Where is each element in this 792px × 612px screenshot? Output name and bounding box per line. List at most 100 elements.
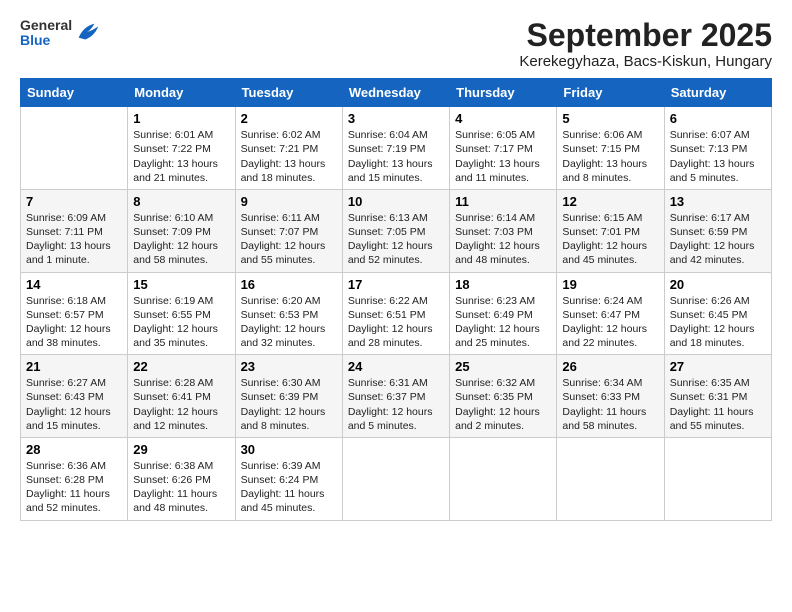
calendar-cell: [21, 107, 128, 190]
day-number: 17: [348, 277, 444, 292]
day-of-week-saturday: Saturday: [664, 79, 771, 107]
day-info: Sunrise: 6:36 AM Sunset: 6:28 PM Dayligh…: [26, 459, 122, 516]
page-header: General Blue September 2025 Kerekegyhaza…: [20, 18, 772, 70]
logo-blue: Blue: [20, 33, 72, 48]
calendar-cell: 23 Sunrise: 6:30 AM Sunset: 6:39 PM Dayli…: [235, 355, 342, 438]
logo-bird-icon: [74, 19, 102, 47]
day-number: 5: [562, 111, 658, 126]
day-info: Sunrise: 6:32 AM Sunset: 6:35 PM Dayligh…: [455, 376, 551, 433]
calendar-cell: 22Sunrise: 6:28 AM Sunset: 6:41 PM Dayli…: [128, 355, 235, 438]
calendar-cell: 11 Sunrise: 6:14 AM Sunset: 7:03 PM Dayli…: [450, 189, 557, 272]
day-number: 15: [133, 277, 229, 292]
day-info: Sunrise: 6:09 AM Sunset: 7:11 PM Dayligh…: [26, 211, 122, 268]
day-info: Sunrise: 6:27 AM Sunset: 6:43 PM Dayligh…: [26, 376, 122, 433]
calendar-cell: 1Sunrise: 6:01 AM Sunset: 7:22 PM Daylig…: [128, 107, 235, 190]
day-info: Sunrise: 6:18 AM Sunset: 6:57 PM Dayligh…: [26, 294, 122, 351]
day-number: 3: [348, 111, 444, 126]
day-number: 7: [26, 194, 122, 209]
calendar-week-5: 28Sunrise: 6:36 AM Sunset: 6:28 PM Dayli…: [21, 437, 772, 520]
calendar-week-3: 14 Sunrise: 6:18 AM Sunset: 6:57 PM Dayli…: [21, 272, 772, 355]
day-info: Sunrise: 6:38 AM Sunset: 6:26 PM Dayligh…: [133, 459, 229, 516]
day-number: 13: [670, 194, 766, 209]
day-of-week-monday: Monday: [128, 79, 235, 107]
day-number: 19: [562, 277, 658, 292]
day-number: 14: [26, 277, 122, 292]
calendar-cell: 26Sunrise: 6:34 AM Sunset: 6:33 PM Dayli…: [557, 355, 664, 438]
calendar-cell: 30 Sunrise: 6:39 AM Sunset: 6:24 PM Dayli…: [235, 437, 342, 520]
day-number: 10: [348, 194, 444, 209]
day-number: 20: [670, 277, 766, 292]
calendar-cell: 13 Sunrise: 6:17 AM Sunset: 6:59 PM Dayli…: [664, 189, 771, 272]
calendar-cell: 2 Sunrise: 6:02 AM Sunset: 7:21 PM Daylig…: [235, 107, 342, 190]
calendar-cell: 29 Sunrise: 6:38 AM Sunset: 6:26 PM Dayli…: [128, 437, 235, 520]
calendar-header: SundayMondayTuesdayWednesdayThursdayFrid…: [21, 79, 772, 107]
day-number: 4: [455, 111, 551, 126]
day-of-week-tuesday: Tuesday: [235, 79, 342, 107]
calendar-body: 1Sunrise: 6:01 AM Sunset: 7:22 PM Daylig…: [21, 107, 772, 520]
day-number: 21: [26, 359, 122, 374]
calendar-cell: 21 Sunrise: 6:27 AM Sunset: 6:43 PM Dayli…: [21, 355, 128, 438]
calendar-cell: 16 Sunrise: 6:20 AM Sunset: 6:53 PM Dayli…: [235, 272, 342, 355]
day-info: Sunrise: 6:02 AM Sunset: 7:21 PM Dayligh…: [241, 128, 337, 185]
days-of-week-row: SundayMondayTuesdayWednesdayThursdayFrid…: [21, 79, 772, 107]
calendar-cell: 19 Sunrise: 6:24 AM Sunset: 6:47 PM Dayli…: [557, 272, 664, 355]
day-of-week-friday: Friday: [557, 79, 664, 107]
calendar-cell: 3Sunrise: 6:04 AM Sunset: 7:19 PM Daylig…: [342, 107, 449, 190]
day-info: Sunrise: 6:39 AM Sunset: 6:24 PM Dayligh…: [241, 459, 337, 516]
day-number: 23: [241, 359, 337, 374]
calendar-cell: 25Sunrise: 6:32 AM Sunset: 6:35 PM Dayli…: [450, 355, 557, 438]
day-info: Sunrise: 6:30 AM Sunset: 6:39 PM Dayligh…: [241, 376, 337, 433]
location-subtitle: Kerekegyhaza, Bacs-Kiskun, Hungary: [519, 53, 772, 70]
day-info: Sunrise: 6:14 AM Sunset: 7:03 PM Dayligh…: [455, 211, 551, 268]
day-number: 30: [241, 442, 337, 457]
calendar-cell: [664, 437, 771, 520]
day-number: 26: [562, 359, 658, 374]
day-number: 29: [133, 442, 229, 457]
calendar-cell: 9 Sunrise: 6:11 AM Sunset: 7:07 PM Daylig…: [235, 189, 342, 272]
calendar-cell: [450, 437, 557, 520]
calendar-cell: 4 Sunrise: 6:05 AM Sunset: 7:17 PM Daylig…: [450, 107, 557, 190]
calendar-cell: 6 Sunrise: 6:07 AM Sunset: 7:13 PM Daylig…: [664, 107, 771, 190]
day-info: Sunrise: 6:06 AM Sunset: 7:15 PM Dayligh…: [562, 128, 658, 185]
day-of-week-sunday: Sunday: [21, 79, 128, 107]
day-info: Sunrise: 6:31 AM Sunset: 6:37 PM Dayligh…: [348, 376, 444, 433]
title-block: September 2025 Kerekegyhaza, Bacs-Kiskun…: [519, 18, 772, 70]
day-number: 6: [670, 111, 766, 126]
calendar-week-4: 21 Sunrise: 6:27 AM Sunset: 6:43 PM Dayli…: [21, 355, 772, 438]
day-info: Sunrise: 6:24 AM Sunset: 6:47 PM Dayligh…: [562, 294, 658, 351]
day-info: Sunrise: 6:26 AM Sunset: 6:45 PM Dayligh…: [670, 294, 766, 351]
day-info: Sunrise: 6:20 AM Sunset: 6:53 PM Dayligh…: [241, 294, 337, 351]
day-info: Sunrise: 6:23 AM Sunset: 6:49 PM Dayligh…: [455, 294, 551, 351]
calendar-cell: 7 Sunrise: 6:09 AM Sunset: 7:11 PM Daylig…: [21, 189, 128, 272]
day-info: Sunrise: 6:11 AM Sunset: 7:07 PM Dayligh…: [241, 211, 337, 268]
day-info: Sunrise: 6:07 AM Sunset: 7:13 PM Dayligh…: [670, 128, 766, 185]
calendar-cell: 18Sunrise: 6:23 AM Sunset: 6:49 PM Dayli…: [450, 272, 557, 355]
logo: General Blue: [20, 18, 102, 49]
day-number: 22: [133, 359, 229, 374]
calendar-cell: 15 Sunrise: 6:19 AM Sunset: 6:55 PM Dayli…: [128, 272, 235, 355]
calendar-cell: 27 Sunrise: 6:35 AM Sunset: 6:31 PM Dayli…: [664, 355, 771, 438]
day-info: Sunrise: 6:13 AM Sunset: 7:05 PM Dayligh…: [348, 211, 444, 268]
day-of-week-thursday: Thursday: [450, 79, 557, 107]
logo-general: General: [20, 18, 72, 33]
day-info: Sunrise: 6:22 AM Sunset: 6:51 PM Dayligh…: [348, 294, 444, 351]
day-number: 11: [455, 194, 551, 209]
day-info: Sunrise: 6:19 AM Sunset: 6:55 PM Dayligh…: [133, 294, 229, 351]
day-info: Sunrise: 6:17 AM Sunset: 6:59 PM Dayligh…: [670, 211, 766, 268]
calendar-week-1: 1Sunrise: 6:01 AM Sunset: 7:22 PM Daylig…: [21, 107, 772, 190]
calendar-table: SundayMondayTuesdayWednesdayThursdayFrid…: [20, 78, 772, 520]
logo-text: General Blue: [20, 18, 72, 49]
calendar-cell: 28Sunrise: 6:36 AM Sunset: 6:28 PM Dayli…: [21, 437, 128, 520]
calendar-week-2: 7 Sunrise: 6:09 AM Sunset: 7:11 PM Daylig…: [21, 189, 772, 272]
day-number: 2: [241, 111, 337, 126]
calendar-cell: 5 Sunrise: 6:06 AM Sunset: 7:15 PM Daylig…: [557, 107, 664, 190]
day-number: 16: [241, 277, 337, 292]
day-info: Sunrise: 6:35 AM Sunset: 6:31 PM Dayligh…: [670, 376, 766, 433]
calendar-cell: 10 Sunrise: 6:13 AM Sunset: 7:05 PM Dayli…: [342, 189, 449, 272]
day-number: 24: [348, 359, 444, 374]
day-number: 27: [670, 359, 766, 374]
day-info: Sunrise: 6:05 AM Sunset: 7:17 PM Dayligh…: [455, 128, 551, 185]
day-number: 9: [241, 194, 337, 209]
calendar-cell: 14 Sunrise: 6:18 AM Sunset: 6:57 PM Dayli…: [21, 272, 128, 355]
day-info: Sunrise: 6:15 AM Sunset: 7:01 PM Dayligh…: [562, 211, 658, 268]
